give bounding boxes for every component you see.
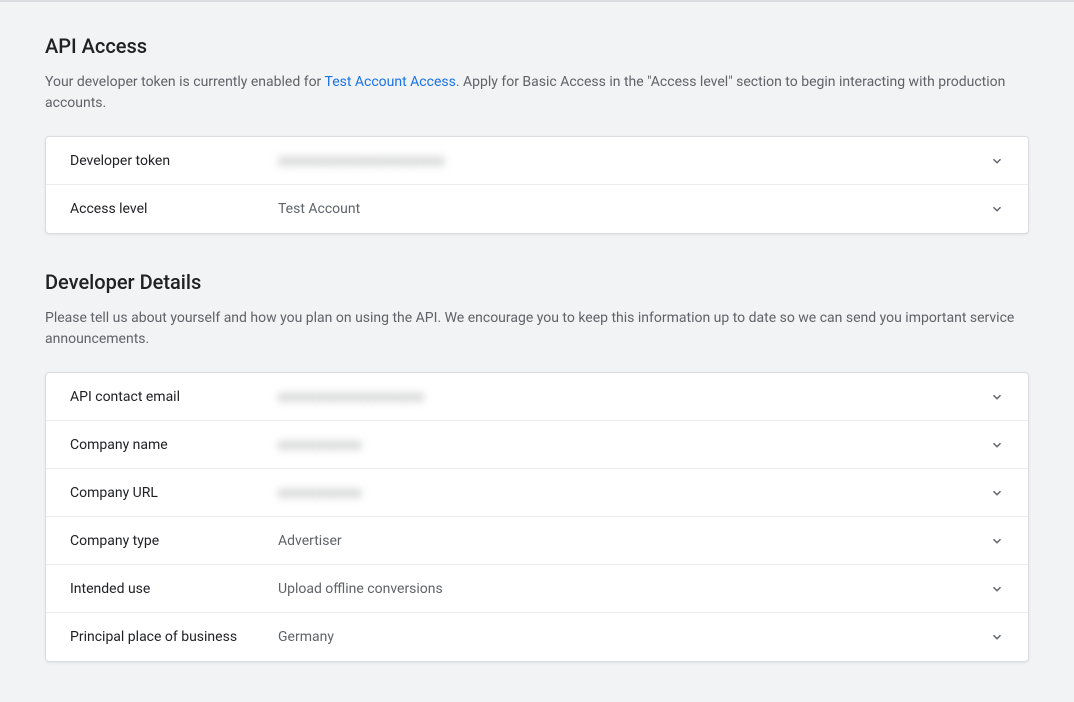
company-type-value: Advertiser bbox=[278, 533, 990, 549]
chevron-down-icon bbox=[990, 582, 1004, 596]
chevron-down-icon bbox=[990, 438, 1004, 452]
chevron-down-icon bbox=[990, 202, 1004, 216]
api-access-description: Your developer token is currently enable… bbox=[45, 72, 1029, 114]
intended-use-value: Upload offline conversions bbox=[278, 581, 990, 597]
developer-token-value: xxxxxxxxxxxxxxxxxxxxxxxx bbox=[278, 153, 990, 169]
chevron-down-icon bbox=[990, 534, 1004, 548]
principal-place-label: Principal place of business bbox=[70, 629, 278, 645]
test-account-access-link[interactable]: Test Account Access bbox=[325, 74, 456, 90]
developer-token-row[interactable]: Developer token xxxxxxxxxxxxxxxxxxxxxxxx bbox=[46, 137, 1028, 185]
company-url-row[interactable]: Company URL xxxxxxxxxxxx bbox=[46, 469, 1028, 517]
api-access-desc-before: Your developer token is currently enable… bbox=[45, 74, 325, 90]
chevron-down-icon bbox=[990, 486, 1004, 500]
api-contact-email-label: API contact email bbox=[70, 389, 278, 405]
api-contact-email-value: xxxxxxxxxxxxxxxxxxxxx bbox=[278, 389, 990, 405]
company-url-label: Company URL bbox=[70, 485, 278, 501]
api-access-title: API Access bbox=[45, 34, 1029, 58]
company-name-label: Company name bbox=[70, 437, 278, 453]
chevron-down-icon bbox=[990, 154, 1004, 168]
company-type-label: Company type bbox=[70, 533, 278, 549]
developer-token-label: Developer token bbox=[70, 153, 278, 169]
page-container: API Access Your developer token is curre… bbox=[0, 2, 1074, 702]
intended-use-label: Intended use bbox=[70, 581, 278, 597]
principal-place-row[interactable]: Principal place of business Germany bbox=[46, 613, 1028, 661]
api-contact-email-row[interactable]: API contact email xxxxxxxxxxxxxxxxxxxxx bbox=[46, 373, 1028, 421]
developer-details-title: Developer Details bbox=[45, 270, 1029, 294]
chevron-down-icon bbox=[990, 630, 1004, 644]
api-access-card: Developer token xxxxxxxxxxxxxxxxxxxxxxxx… bbox=[45, 136, 1029, 234]
company-name-value: xxxxxxxxxxxx bbox=[278, 437, 990, 453]
intended-use-row[interactable]: Intended use Upload offline conversions bbox=[46, 565, 1028, 613]
company-type-row[interactable]: Company type Advertiser bbox=[46, 517, 1028, 565]
company-url-value: xxxxxxxxxxxx bbox=[278, 485, 990, 501]
developer-details-description: Please tell us about yourself and how yo… bbox=[45, 308, 1029, 350]
principal-place-value: Germany bbox=[278, 629, 990, 645]
access-level-label: Access level bbox=[70, 201, 278, 217]
company-name-row[interactable]: Company name xxxxxxxxxxxx bbox=[46, 421, 1028, 469]
developer-details-card: API contact email xxxxxxxxxxxxxxxxxxxxx … bbox=[45, 372, 1029, 662]
chevron-down-icon bbox=[990, 390, 1004, 404]
access-level-row[interactable]: Access level Test Account bbox=[46, 185, 1028, 233]
access-level-value: Test Account bbox=[278, 201, 990, 217]
